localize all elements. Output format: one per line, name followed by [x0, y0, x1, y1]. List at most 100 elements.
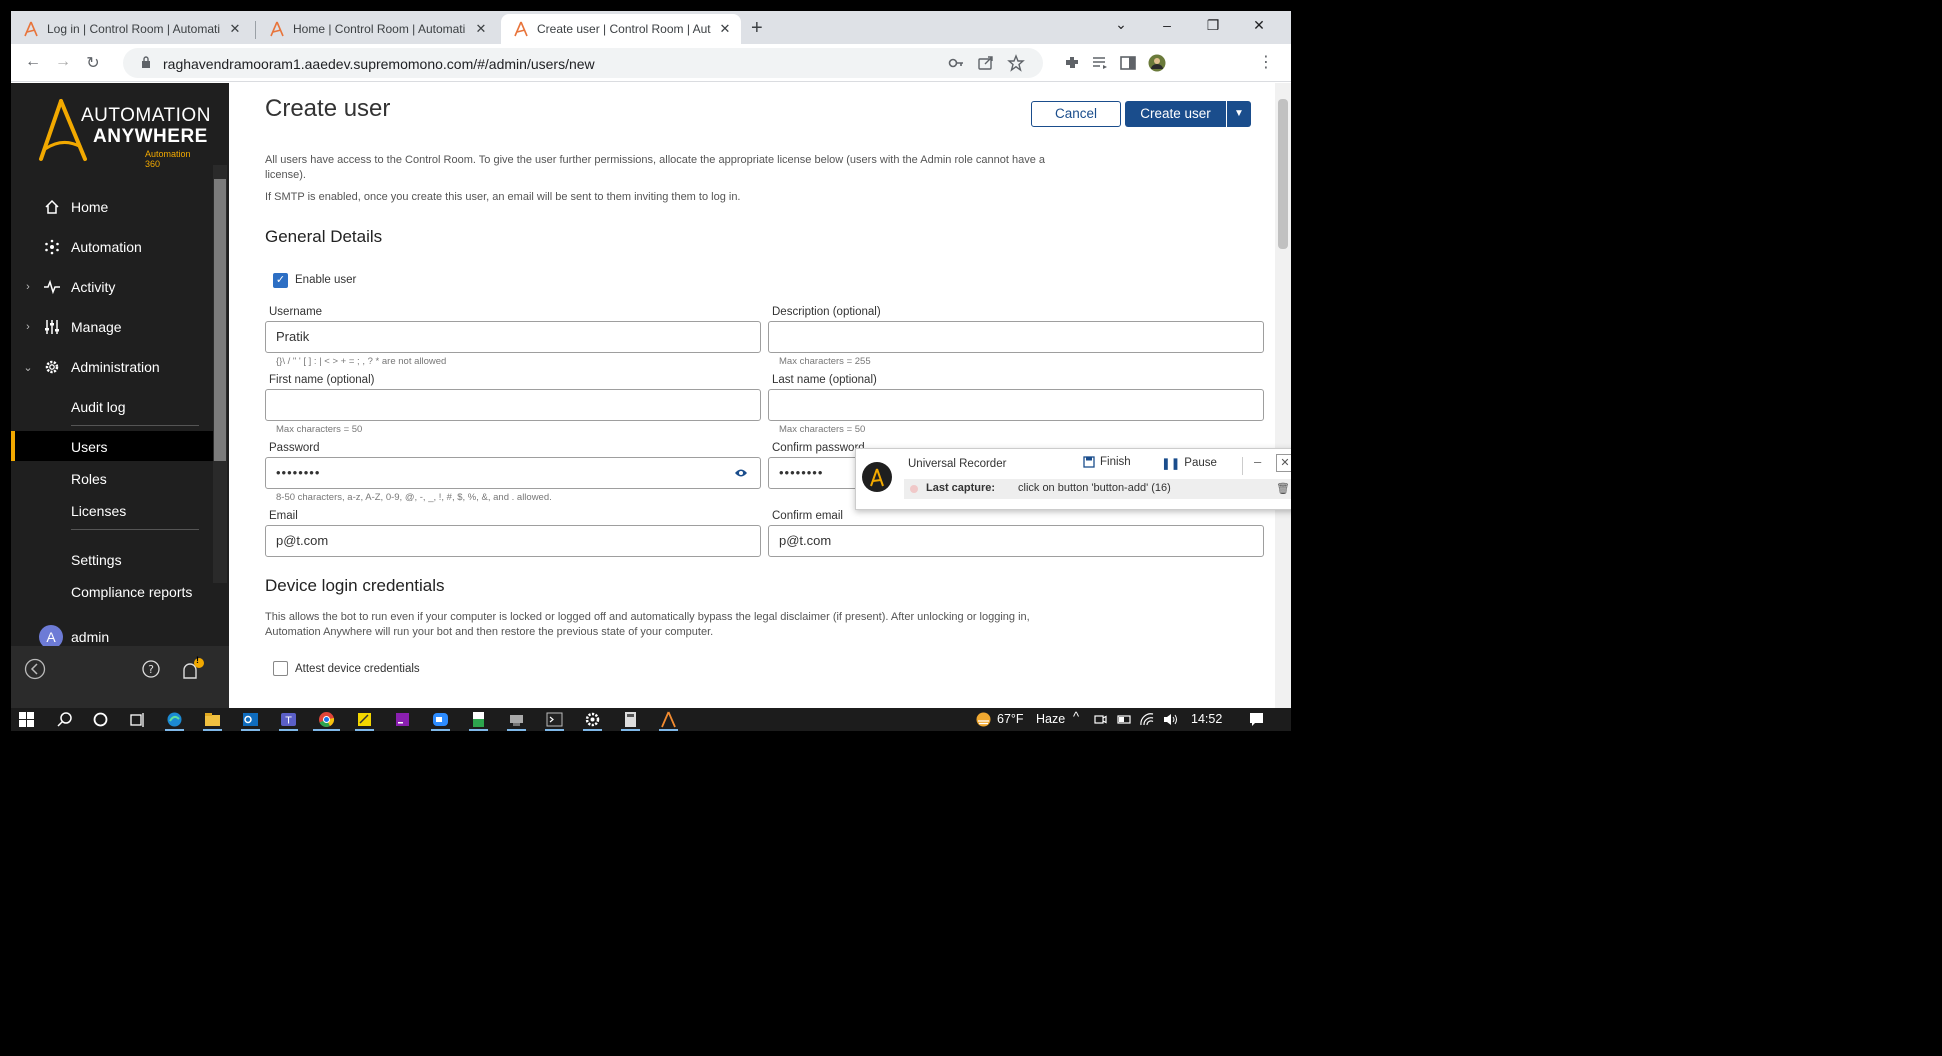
first-name-input[interactable] [265, 389, 761, 421]
running-indicator [431, 729, 450, 731]
description-input[interactable] [768, 321, 1264, 353]
address-bar[interactable]: raghavendramooram1.aaedev.supremomono.co… [123, 48, 1043, 78]
chevron-right-icon: › [26, 281, 30, 293]
recorder-pause-button[interactable]: ❚❚ Pause [1161, 456, 1217, 470]
close-tab-icon[interactable]: ✕ [227, 21, 243, 37]
general-details-heading: General Details [265, 227, 383, 246]
windows-start-icon[interactable] [17, 710, 36, 729]
minimize-icon[interactable]: – [1157, 17, 1177, 33]
bookmark-star-icon[interactable] [1007, 54, 1025, 72]
sidebar-item-home[interactable]: Home [11, 192, 213, 222]
notification-badge: ! [196, 655, 199, 665]
attest-device-credentials-checkbox[interactable] [273, 661, 288, 676]
show-hidden-icons-icon[interactable]: ^ [1073, 709, 1079, 724]
wifi-icon[interactable] [1138, 710, 1157, 729]
email-input[interactable]: p@t.com [265, 525, 761, 557]
extensions-icon[interactable] [1063, 54, 1081, 72]
edge-icon[interactable] [165, 710, 184, 729]
show-password-eye-icon[interactable] [734, 468, 748, 478]
spreadsheet-icon[interactable] [469, 710, 488, 729]
more-menu-icon[interactable]: ⋮ [1256, 52, 1276, 72]
tab-create-user[interactable]: Create user | Control Room | Aut ✕ [501, 14, 741, 44]
logo-text-line1: AUTOMATION [81, 105, 211, 126]
recorder-minimize-icon[interactable]: – [1254, 454, 1261, 469]
running-indicator [583, 729, 602, 731]
network-drive-icon[interactable] [507, 710, 526, 729]
tab-home[interactable]: Home | Control Room | Automati ✕ [257, 14, 497, 44]
meet-now-icon[interactable] [1091, 710, 1110, 729]
sidebar-item-audit-log[interactable]: Audit log [71, 399, 125, 415]
notifications-icon[interactable] [181, 658, 205, 680]
ide-icon[interactable] [393, 710, 412, 729]
username-input[interactable]: Pratik [265, 321, 761, 353]
teams-icon[interactable]: T [279, 710, 298, 729]
terminal-icon[interactable] [545, 710, 564, 729]
confirm-email-input[interactable]: p@t.com [768, 525, 1264, 557]
recorder-close-icon[interactable]: ✕ [1276, 454, 1291, 472]
file-explorer-icon[interactable] [203, 710, 222, 729]
cortana-icon[interactable] [91, 710, 110, 729]
side-panel-icon[interactable] [1119, 54, 1137, 72]
outlook-icon[interactable] [241, 710, 260, 729]
close-tab-icon[interactable]: ✕ [473, 21, 489, 37]
close-window-icon[interactable]: ✕ [1249, 17, 1269, 34]
reading-list-icon[interactable] [1091, 54, 1109, 72]
create-user-button[interactable]: Create user [1125, 101, 1226, 127]
key-icon[interactable] [947, 54, 965, 72]
user-name[interactable]: admin [71, 629, 109, 645]
battery-icon[interactable] [1115, 710, 1134, 729]
notification-center-icon[interactable] [1247, 710, 1266, 729]
calculator-icon[interactable] [621, 710, 640, 729]
back-icon[interactable]: ← [23, 53, 43, 71]
tab-login[interactable]: Log in | Control Room | Automati ✕ [11, 14, 251, 44]
main-scrollbar-thumb[interactable] [1278, 99, 1288, 249]
sidebar-item-administration[interactable]: ⌄ Administration [11, 352, 213, 382]
share-icon[interactable] [977, 54, 995, 72]
email-label: Email [269, 510, 298, 522]
sidebar-item-automation[interactable]: Automation [11, 232, 213, 262]
tab-search-icon[interactable]: ⌄ [1111, 16, 1131, 33]
forward-icon[interactable]: → [53, 53, 73, 71]
chrome-icon[interactable] [317, 710, 336, 729]
new-tab-button[interactable]: + [751, 18, 763, 38]
intro-text: All users have access to the Control Roo… [265, 154, 1045, 181]
sidebar-item-compliance-reports[interactable]: Compliance reports [71, 584, 192, 600]
task-view-icon[interactable] [128, 710, 147, 729]
create-user-dropdown-button[interactable]: ▼ [1227, 101, 1251, 127]
system-clock[interactable]: 14:52 [1191, 712, 1222, 726]
collapse-sidebar-icon[interactable] [24, 658, 46, 680]
search-icon[interactable] [55, 710, 74, 729]
zoom-icon[interactable] [431, 710, 450, 729]
sidebar-item-settings[interactable]: Settings [71, 552, 122, 568]
reload-icon[interactable]: ↻ [83, 53, 103, 73]
settings-gear-icon[interactable] [583, 710, 602, 729]
trash-icon[interactable]: 🗑 [1276, 482, 1290, 495]
profile-avatar-icon[interactable] [1148, 54, 1166, 72]
running-indicator [621, 729, 640, 731]
automation-anywhere-logo-icon [870, 468, 884, 487]
volume-icon[interactable] [1161, 710, 1180, 729]
password-input[interactable]: •••••••• [265, 457, 761, 489]
gear-icon [41, 358, 63, 376]
restore-icon[interactable]: ❐ [1203, 17, 1223, 34]
weather-haze-icon[interactable] [974, 710, 993, 729]
sticky-notes-icon[interactable] [355, 710, 374, 729]
weather-temperature[interactable]: 67°F [997, 712, 1024, 726]
close-tab-icon[interactable]: ✕ [717, 21, 733, 37]
help-icon[interactable]: ? [142, 660, 160, 678]
sidebar-scrollbar-thumb[interactable] [214, 179, 226, 461]
sidebar-item-manage[interactable]: › Manage [11, 312, 213, 342]
last-name-input[interactable] [768, 389, 1264, 421]
cancel-button[interactable]: Cancel [1031, 101, 1121, 127]
enable-user-checkbox[interactable]: ✓ [273, 273, 288, 288]
sidebar-item-activity[interactable]: › Activity [11, 272, 213, 302]
automation-anywhere-favicon-icon [270, 21, 284, 37]
sidebar-item-users[interactable]: Users [71, 439, 108, 455]
logo-text-line3: Automation 360 [145, 149, 191, 169]
automation-anywhere-logo[interactable]: AUTOMATION ANYWHERE Automation 360 [35, 97, 210, 169]
sidebar-item-licenses[interactable]: Licenses [71, 503, 126, 519]
weather-description[interactable]: Haze [1036, 712, 1065, 726]
recorder-finish-button[interactable]: Finish [1083, 456, 1131, 468]
sidebar-item-roles[interactable]: Roles [71, 471, 107, 487]
automation-anywhere-taskbar-icon[interactable] [659, 710, 678, 729]
